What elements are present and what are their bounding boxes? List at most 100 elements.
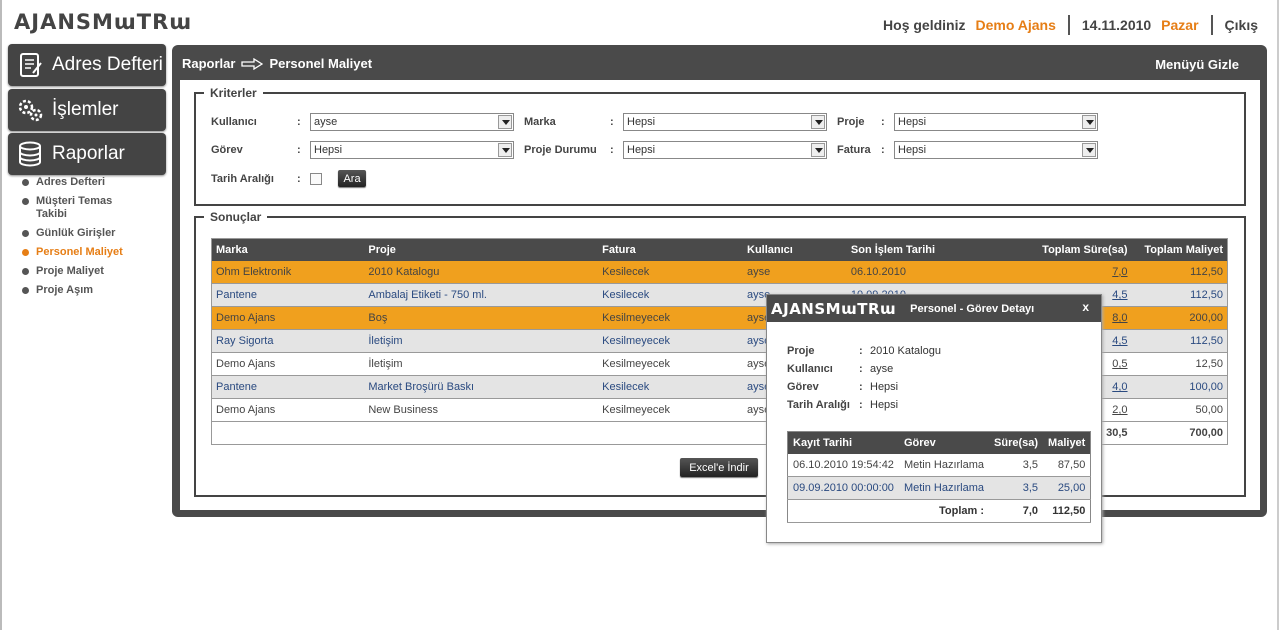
empty-cell [598, 421, 743, 445]
app-logo[interactable]: AJANSMɯTRɯ [14, 10, 192, 34]
invoice-cell: Kesilecek [598, 375, 743, 399]
column-header[interactable]: Marka [211, 238, 365, 261]
brand-select[interactable]: Hepsi [623, 113, 827, 131]
popup-field-label: Tarih Aralığı [787, 399, 850, 411]
column-header[interactable]: Fatura [598, 238, 743, 261]
close-icon[interactable]: x [1082, 300, 1089, 314]
column-header[interactable]: Toplam Maliyet [1131, 238, 1228, 261]
colon: : [297, 173, 301, 185]
current-day: Pazar [1161, 17, 1199, 33]
excel-download-button[interactable]: Excel'e İndir [680, 458, 758, 477]
colon: : [881, 116, 885, 128]
task-detail-popup: AJANSMɯTRɯ Personel - Görev Detayı x Pro… [766, 294, 1102, 543]
chevron-down-icon [1082, 115, 1096, 129]
project-label: Proje [837, 116, 865, 128]
task-cell: Metin Hazırlama [898, 476, 990, 500]
invoice-select[interactable]: Hepsi [894, 141, 1098, 159]
hours-link[interactable]: 7,0 [1112, 266, 1127, 278]
nav-button-operations[interactable]: İşlemler [8, 89, 166, 131]
bullet-icon [22, 287, 29, 294]
popup-field-value: ayse [870, 363, 894, 375]
hours-cell: 3,5 [989, 476, 1044, 500]
breadcrumb-root[interactable]: Raporlar [182, 56, 235, 71]
divider [1210, 15, 1213, 35]
chevron-down-icon [498, 115, 512, 129]
subnav-item-customer-contact[interactable]: Müşteri Temas Takibi [22, 195, 162, 221]
chevron-down-icon [811, 115, 825, 129]
popup-logo: AJANSMɯTRɯ [771, 299, 897, 318]
invoice-cell: Kesilmeyecek [598, 352, 743, 376]
window-border-left [0, 0, 2, 630]
subnav-item-daily-entries[interactable]: Günlük Girişler [22, 227, 162, 240]
window-border-right [1277, 0, 1279, 630]
project-cell: 2010 Katalogu [364, 260, 599, 284]
project-cell: Ambalaj Etiketi - 750 ml. [364, 283, 599, 307]
column-header[interactable]: Toplam Süre(sa) [1004, 238, 1132, 261]
subnav-label: Proje Maliyet [36, 265, 104, 277]
hours-link[interactable]: 0,5 [1112, 358, 1127, 370]
colon: : [297, 116, 301, 128]
total-label: Toplam : [898, 499, 990, 523]
subnav-item-project-overrun[interactable]: Proje Aşım [22, 284, 162, 297]
task-select[interactable]: Hepsi [310, 141, 514, 159]
user-label: Kullanıcı [211, 116, 257, 128]
empty-cell [211, 421, 365, 445]
project-cell: Market Broşürü Baskı [364, 375, 599, 399]
subnav-label: Müşteri Temas Takibi [36, 195, 113, 220]
user-select[interactable]: ayse [310, 113, 514, 131]
column-header[interactable]: Kullanıcı [743, 238, 847, 261]
table-header-row: Kayıt Tarihi Görev Süre(sa) Maliyet [787, 431, 1091, 454]
popup-header: AJANSMɯTRɯ Personel - Görev Detayı x [767, 295, 1101, 322]
project-select[interactable]: Hepsi [894, 113, 1098, 131]
reports-submenu: Adres Defteri Müşteri Temas Takibi Günlü… [22, 176, 162, 303]
task-select-value: Hepsi [314, 144, 343, 156]
database-icon [19, 141, 41, 167]
task-cell: Metin Hazırlama [898, 453, 990, 477]
colon: : [610, 116, 614, 128]
arrow-right-icon [241, 57, 264, 70]
cost-cell: 25,00 [1043, 476, 1091, 500]
hide-menu-link[interactable]: Menüyü Gizle [1155, 57, 1239, 72]
date-range-checkbox[interactable] [310, 173, 322, 185]
subnav-item-personnel-cost[interactable]: Personel Maliyet [22, 246, 162, 259]
subnav-label: Günlük Girişler [36, 227, 116, 239]
invoice-cell: Kesilmeyecek [598, 329, 743, 353]
logout-link[interactable]: Çıkış [1225, 17, 1258, 33]
welcome-text: Hoş geldiniz [883, 17, 966, 33]
column-header[interactable]: Proje [364, 238, 599, 261]
project-status-select[interactable]: Hepsi [623, 141, 827, 159]
hours-link[interactable]: 2,0 [1112, 404, 1127, 416]
hours-link[interactable]: 4,0 [1112, 381, 1127, 393]
hours-link[interactable]: 8,0 [1112, 312, 1127, 324]
breadcrumb-current: Personel Maliyet [269, 56, 373, 71]
hours-link[interactable]: 4,5 [1112, 289, 1127, 301]
total-cost-cell: 112,50 [1131, 329, 1228, 353]
subnav-item-project-cost[interactable]: Proje Maliyet [22, 265, 162, 278]
colon: : [881, 144, 885, 156]
table-row[interactable]: Ohm Elektronik 2010 Katalogu Kesilecek ayse… [211, 260, 1228, 284]
record-date-cell: 09.09.2010 00:00:00 [787, 476, 899, 500]
project-cell: Boş [364, 306, 599, 330]
chevron-down-icon [1082, 143, 1096, 157]
nav-button-reports[interactable]: Raporlar [8, 133, 166, 175]
empty-cell [787, 499, 899, 523]
user-name[interactable]: Demo Ajans [975, 17, 1055, 33]
brand-cell: Pantene [211, 283, 365, 307]
popup-title: Personel - Görev Detayı [910, 302, 1035, 315]
search-button[interactable]: Ara [338, 170, 366, 187]
table-header-row: Marka Proje Fatura Kullanıcı Son İşlem T… [211, 238, 1228, 261]
last-date-cell: 06.10.2010 [846, 260, 1005, 284]
total-cost-cell: 50,00 [1131, 398, 1228, 422]
popup-detail-table: Kayıt Tarihi Görev Süre(sa) Maliyet 06.1… [787, 431, 1092, 523]
column-header: Süre(sa) [989, 431, 1044, 454]
colon: : [859, 363, 863, 375]
column-header[interactable]: Son İşlem Tarihi [846, 238, 1005, 261]
hours-link[interactable]: 4,5 [1112, 335, 1127, 347]
main-panel: Raporlar Personel Maliyet Menüyü Gizle K… [172, 45, 1267, 517]
empty-cell [364, 421, 599, 445]
subnav-item-address-book[interactable]: Adres Defteri [22, 176, 162, 189]
gears-icon [18, 99, 43, 122]
brand-cell: Ray Sigorta [211, 329, 365, 353]
nav-button-address-book[interactable]: Adres Defteri [8, 44, 166, 86]
total-hours-cell[interactable]: 7,0 [1004, 260, 1132, 284]
